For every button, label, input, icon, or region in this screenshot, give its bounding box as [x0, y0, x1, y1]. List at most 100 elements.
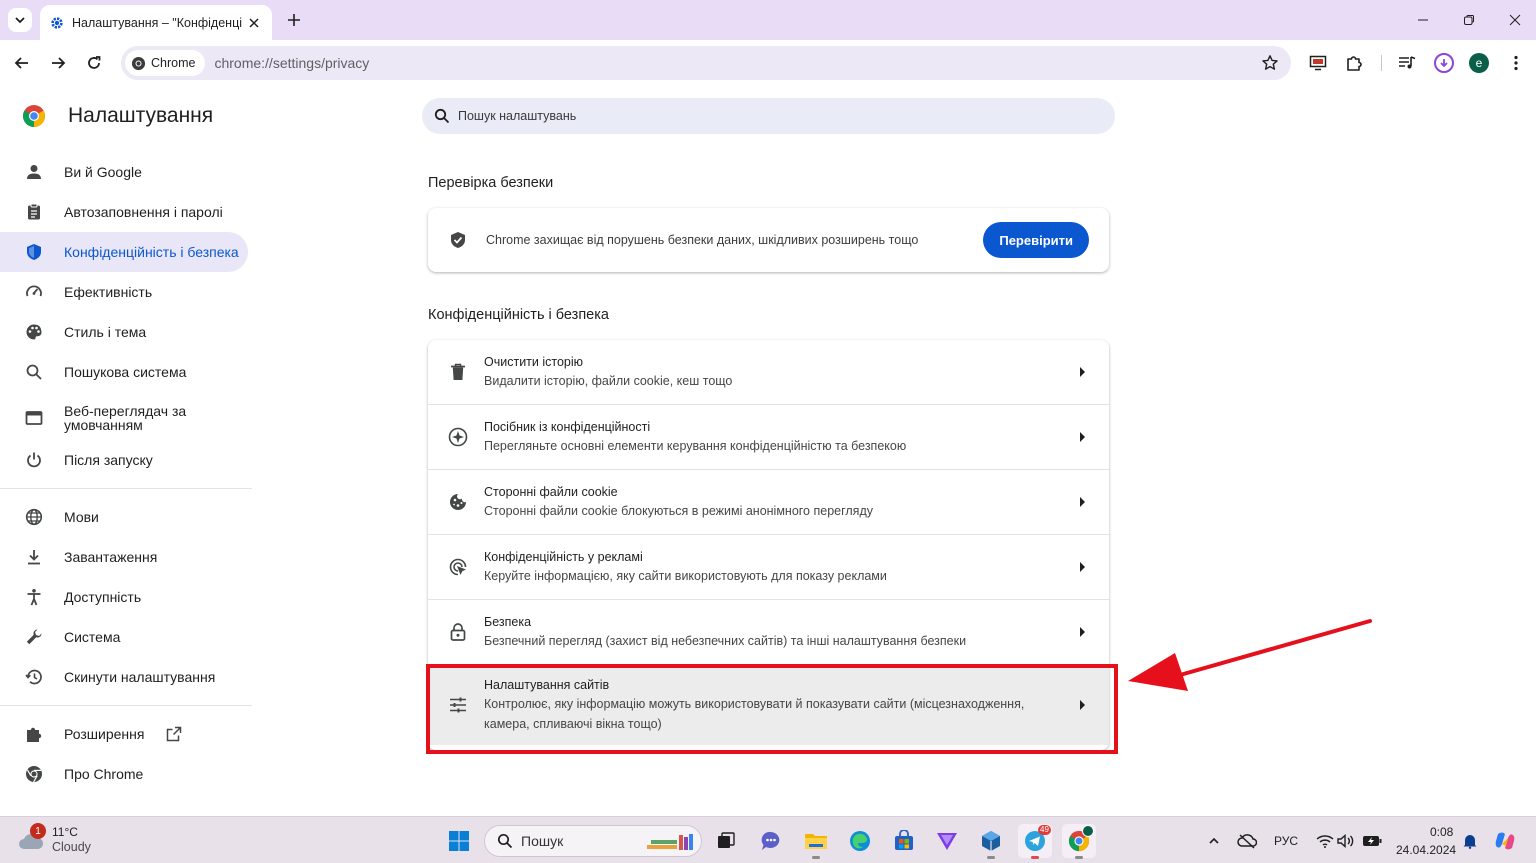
active-tab[interactable]: Налаштування – "Конфіденційність і безпе… [40, 5, 272, 40]
sidebar-divider [0, 705, 252, 706]
close-window-button[interactable] [1492, 0, 1536, 40]
task-view-button[interactable] [709, 824, 743, 858]
minimize-button[interactable] [1400, 0, 1446, 40]
clock-time[interactable]: 0:08 [1430, 825, 1453, 839]
sidebar-item-search-engine[interactable]: Пошукова система [0, 352, 248, 392]
profile-avatar-button[interactable]: e [1469, 53, 1489, 73]
sidebar-item-label: Розширення [64, 726, 145, 742]
downloader-extension-button[interactable] [1434, 53, 1454, 73]
extensions-button[interactable] [1340, 49, 1368, 77]
taskbar-app-chrome[interactable] [1062, 824, 1096, 859]
sidebar-item-default-browser[interactable]: Веб-переглядач за умовчанням [0, 396, 248, 440]
sidebar-item-accessibility[interactable]: Доступність [0, 577, 248, 617]
sidebar-item-label: Завантаження [64, 549, 158, 565]
site-info-chip[interactable]: Chrome [125, 50, 206, 76]
reload-icon [88, 56, 101, 69]
chrome-profile-badge-icon [1082, 825, 1094, 837]
taskbar-app-chat[interactable] [754, 824, 788, 858]
taskbar-app-store[interactable] [887, 824, 921, 858]
sidebar-item-languages[interactable]: Мови [0, 497, 248, 537]
puzzle-icon [24, 724, 44, 744]
back-button[interactable] [8, 49, 36, 77]
bookmark-star-icon[interactable] [1261, 54, 1279, 72]
sidebar-item-extensions[interactable]: Розширення [0, 714, 248, 754]
restore-button[interactable] [1446, 0, 1492, 40]
sidebar-item-performance[interactable]: Ефективність [0, 272, 248, 312]
gear-icon [51, 16, 63, 29]
search-icon [24, 362, 44, 382]
arrow-right-icon [1080, 562, 1085, 572]
chrome-menu-button[interactable] [1502, 49, 1530, 77]
search-icon [434, 108, 450, 124]
sidebar-item-on-startup[interactable]: Після запуску [0, 440, 248, 480]
running-indicator [812, 856, 820, 859]
copilot-button[interactable] [1490, 824, 1520, 858]
weather-widget[interactable]: 1 11°C Cloudy [18, 823, 91, 855]
sidebar-divider [0, 488, 252, 489]
media-controls-button[interactable] [1393, 49, 1421, 77]
folder-icon [805, 834, 827, 849]
taskbar-app-edge[interactable] [843, 824, 877, 858]
store-icon [895, 830, 913, 850]
forward-button[interactable] [44, 49, 72, 77]
more-vertical-icon [1514, 55, 1518, 71]
arrow-right-icon [1080, 367, 1085, 377]
taskbar-app-vpn[interactable] [930, 824, 964, 858]
shield-icon [24, 242, 44, 262]
taskbar-app-telegram[interactable]: 49 [1018, 824, 1052, 859]
address-bar[interactable]: Chrome chrome://settings/privacy [121, 46, 1291, 80]
sidebar-item-reset-settings[interactable]: Скинути налаштування [0, 657, 248, 697]
sidebar-item-label: Стиль і тема [64, 324, 147, 340]
chat-icon [761, 831, 780, 850]
tray-onedrive-button[interactable] [1232, 824, 1262, 858]
sidebar-item-you-and-google[interactable]: Ви й Google [0, 152, 248, 192]
lock-icon [448, 622, 468, 642]
url-text: chrome://settings/privacy [214, 55, 370, 71]
download-icon [24, 547, 44, 567]
search-placeholder: Пошук налаштувань [458, 109, 577, 123]
input-language-indicator[interactable]: РУС [1274, 834, 1298, 848]
sidebar-item-downloads[interactable]: Завантаження [0, 537, 248, 577]
sidebar-item-privacy[interactable]: Конфіденційність і безпека [0, 232, 248, 272]
sidebar-item-label: Мови [64, 509, 99, 525]
sidebar-item-label: Про Chrome [64, 766, 144, 782]
settings-search-input[interactable]: Пошук налаштувань [422, 98, 1115, 134]
settings-title: Налаштування [68, 104, 214, 127]
sidebar-item-label: Конфіденційність і безпека [64, 244, 239, 260]
safety-check-button[interactable]: Перевірити [983, 222, 1089, 258]
toolbar-separator [1381, 55, 1382, 71]
sidebar-item-appearance[interactable]: Стиль і тема [0, 312, 248, 352]
clipboard-icon [24, 202, 44, 222]
sidebar-item-label: Після запуску [64, 452, 153, 468]
avatar-letter-icon: e [1475, 56, 1483, 70]
row-security[interactable]: Безпека Безпечний перегляд (захист від н… [428, 600, 1109, 665]
new-tab-button[interactable] [282, 8, 306, 32]
row-third-party-cookies[interactable]: Сторонні файли cookie Сторонні файли coo… [428, 470, 1109, 535]
sidebar-item-autofill[interactable]: Автозаповнення і паролі [0, 192, 248, 232]
sidebar-item-label: Система [64, 629, 121, 645]
taskbar-search-input[interactable]: Пошук [484, 825, 702, 857]
extension-monitor-button[interactable] [1304, 49, 1332, 77]
accessibility-icon [24, 587, 44, 607]
tray-battery-button[interactable] [1358, 824, 1386, 858]
vpn-shield-icon [937, 833, 957, 850]
row-subtitle: Керуйте інформацією, яку сайти використо… [484, 569, 887, 583]
taskbar-app-file-explorer[interactable] [799, 824, 833, 859]
row-clear-browsing-data[interactable]: Очистити історію Видалити історію, файли… [428, 340, 1109, 405]
taskbar-app-virtualbox[interactable] [974, 824, 1008, 859]
sidebar-item-system[interactable]: Система [0, 617, 248, 657]
notifications-button[interactable] [1458, 824, 1482, 858]
start-button[interactable] [442, 824, 476, 858]
clock-date[interactable]: 24.04.2024 [1396, 843, 1456, 857]
reload-button[interactable] [80, 49, 108, 77]
tab-search-button[interactable] [8, 8, 32, 32]
cube-icon [982, 831, 1000, 851]
tray-volume-button[interactable] [1334, 824, 1358, 858]
row-ad-privacy[interactable]: Конфіденційність у рекламі Керуйте інфор… [428, 535, 1109, 600]
tab-close-button[interactable] [246, 15, 262, 31]
chrome-icon [24, 764, 44, 784]
sidebar-item-about-chrome[interactable]: Про Chrome [0, 754, 248, 794]
row-privacy-guide[interactable]: Посібник із конфіденційності Перегляньте… [428, 405, 1109, 470]
tray-overflow-button[interactable] [1199, 824, 1229, 858]
privacy-section-title: Конфіденційність і безпека [428, 307, 609, 323]
